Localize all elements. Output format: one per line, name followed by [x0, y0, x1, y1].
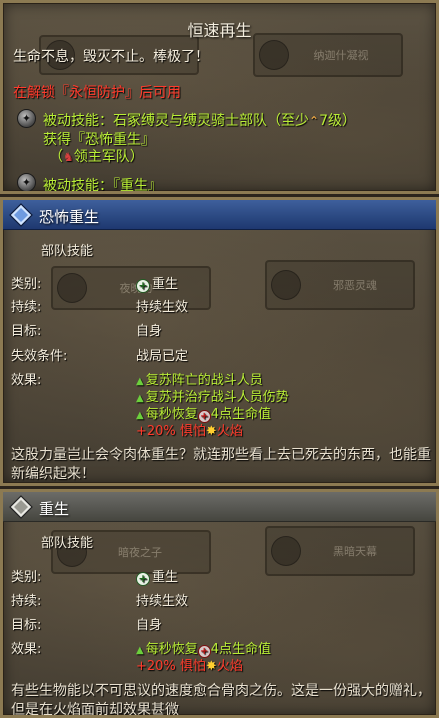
ability-header: 重生 [3, 492, 436, 522]
ability-type: 部队技能 [41, 244, 94, 259]
ability-tooltip-regeneration: 纳迦什凝视 恒速再生 生命不息，毁灭不止。棒极了！ 在解锁『永恒防护』后可用 ✦… [0, 0, 439, 194]
effect-text: 火焰 [216, 424, 243, 439]
effect-item: +20% 惧怕✸火焰 [136, 655, 243, 674]
category-value: + 重生 [136, 273, 178, 293]
category-text: 重生 [152, 570, 179, 585]
duration-value: 持续生效 [136, 300, 189, 315]
background-button-label: 纳迦什凝视 [313, 49, 369, 62]
plus-circle-icon: + [136, 572, 150, 586]
tooltip-description: 生命不息，毁灭不止。棒极了！ [13, 49, 209, 65]
passive-skill-icon: ✦ [17, 173, 36, 191]
passive-skill-1-scope: （♞领主军队） [49, 146, 144, 166]
target-label: 目标: [11, 324, 42, 339]
ability-tooltip-regeneration-base: 暗夜之子 黑暗天幕 重生 部队技能 类别: + 重生 持续: 持续生效 目标: 自… [0, 489, 439, 718]
scope-text: 领主军队） [73, 149, 144, 165]
ability-orb-icon [57, 273, 87, 303]
skull-icon [271, 536, 301, 566]
unlock-requirement: 在解锁『永恒防护』后可用 [13, 85, 181, 101]
effects-label: 效果: [11, 642, 42, 657]
expire-label: 失效条件: [11, 349, 68, 364]
passive-skill-1-text: 被动技能：石冢缚灵与缚灵骑士部队（至少 [43, 113, 309, 129]
flavor-text: 这股力量岂止会令肉体重生？就连那些看上去已死去的东西，也能重新编织起来！ [11, 447, 431, 482]
background-button-label: 黑暗天幕 [333, 545, 377, 558]
scope-open: （ [49, 149, 63, 165]
plus-circle-icon: + [136, 279, 150, 293]
target-value: 自身 [136, 324, 163, 339]
ability-name: 恐怖重生 [39, 208, 100, 226]
category-label: 类别: [11, 570, 42, 585]
target-label: 目标: [11, 618, 42, 633]
category-value: + 重生 [136, 566, 178, 586]
ability-orb-icon [259, 40, 289, 70]
ability-header: 恐怖重生 [3, 200, 436, 230]
duration-value: 持续生效 [136, 594, 189, 609]
background-ability-button: 黑暗天幕 [265, 526, 415, 576]
tooltip-title: 恒速再生 [187, 21, 252, 40]
diamond-ability-icon [9, 495, 33, 519]
ability-type: 部队技能 [41, 536, 94, 551]
category-label: 类别: [11, 277, 42, 292]
effects-label: 效果: [11, 373, 42, 388]
passive-skill-2: 被动技能：『重生』 [43, 178, 162, 194]
passive-skill-1: 被动技能：石冢缚灵与缚灵骑士部队（至少⌃7级） [43, 110, 356, 130]
passive-skill-1-level: 7级） [319, 113, 356, 129]
background-button-label: 暗夜之子 [118, 546, 162, 559]
background-ability-button: 邪恶灵魂 [265, 260, 415, 310]
chevron-up-icon: ⌃ [309, 114, 320, 128]
diamond-ability-icon [9, 203, 33, 227]
effect-text: 火焰 [216, 659, 243, 674]
ability-tooltip-dread-rebirth: 夜晚的 邪恶灵魂 恐怖重生 部队技能 类别: +重生 持续: 持续生效 目标: … [0, 197, 439, 486]
effect-item: +20% 惧怕✸火焰 [136, 420, 243, 439]
category-text: 重生 [152, 277, 179, 292]
expire-value: 战局已定 [136, 349, 189, 364]
ability-name: 重生 [39, 500, 70, 518]
effect-text: +20% 惧怕 [136, 424, 206, 439]
passive-skill-icon: ✦ [17, 109, 36, 128]
flavor-text: 有些生物能以不可思议的速度愈合骨肉之伤。这是一份强大的赠礼，但是在火焰面前却效果… [11, 683, 431, 718]
target-value: 自身 [136, 618, 163, 633]
duration-label: 持续: [11, 594, 42, 609]
effect-text: +20% 惧怕 [136, 659, 206, 674]
ability-orb-icon [271, 270, 301, 300]
fire-burst-icon: ✸ [205, 659, 217, 674]
lord-crown-icon: ♞ [63, 150, 74, 164]
duration-label: 持续: [11, 300, 42, 315]
fire-burst-icon: ✸ [205, 424, 217, 439]
background-button-label: 邪恶灵魂 [333, 279, 377, 292]
